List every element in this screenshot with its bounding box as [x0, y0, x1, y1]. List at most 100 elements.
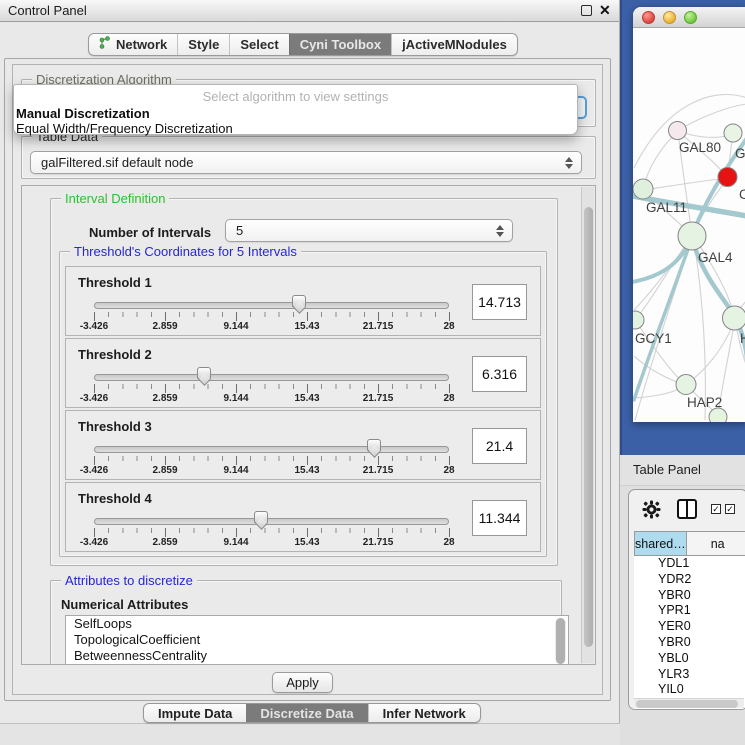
table-cell[interactable]: YDL1: [634, 556, 745, 572]
table-row[interactable]: YDL19…YDL1: [634, 556, 745, 572]
tab-style[interactable]: Style: [177, 34, 229, 55]
network-node[interactable]: [718, 168, 737, 187]
network-node[interactable]: [676, 375, 696, 395]
table-row[interactable]: YPR145WYPR1: [634, 603, 745, 619]
table-row[interactable]: YBR043CYBR0: [634, 588, 745, 604]
network-node[interactable]: [669, 122, 687, 140]
table-row[interactable]: YLR345WYLR3: [634, 667, 745, 683]
table-cell[interactable]: YBL0: [634, 651, 745, 667]
slider-thumb[interactable]: [292, 295, 306, 307]
attributes-group-title: Attributes to discretize: [61, 573, 197, 588]
tick-label: -3.426: [80, 321, 108, 332]
threshold-value-field[interactable]: 11.344: [472, 500, 527, 536]
tab-network[interactable]: Network: [89, 34, 177, 55]
table-rows: YDL19…YDL1YDR27…YDR2YBR043CYBR0YPR145WYP…: [634, 556, 745, 698]
tick-label: 9.144: [223, 537, 248, 548]
float-window-icon[interactable]: [581, 5, 592, 16]
combo-spinner-icon: [494, 224, 504, 238]
tick-label: 2.859: [152, 537, 177, 548]
table-data-groupbox: Table Data galFiltered.sif default node: [21, 136, 596, 179]
attribute-item[interactable]: BetweennessCentrality: [66, 648, 568, 664]
number-of-intervals-combo[interactable]: 5: [225, 219, 513, 242]
thresholds-group-title: Threshold's Coordinates for 5 Intervals: [70, 244, 301, 259]
threshold-value-field[interactable]: 21.4: [472, 428, 527, 464]
attributes-list-scrollbar[interactable]: [555, 618, 566, 664]
close-icon[interactable]: ✕: [599, 2, 611, 19]
gear-icon[interactable]: [642, 500, 661, 524]
threshold-value-field[interactable]: 14.713: [472, 284, 527, 320]
tab-discretize-data[interactable]: Discretize Data: [246, 704, 367, 722]
tick-label: 2.859: [152, 393, 177, 404]
table-horizontal-scrollbar[interactable]: [634, 698, 744, 708]
tab-cyni-toolbox[interactable]: Cyni Toolbox: [289, 34, 391, 55]
slider-thumb[interactable]: [367, 439, 381, 451]
network-node[interactable]: [678, 222, 706, 250]
popup-option-equal-width-frequency[interactable]: Equal Width/Frequency Discretization: [14, 121, 577, 136]
table-cell[interactable]: YER0: [634, 619, 745, 635]
algorithm-dropdown-popup: Select algorithm to view settings Manual…: [13, 84, 578, 135]
tick-labels: -3.4262.8599.14415.4321.71528: [66, 483, 540, 551]
table-cell[interactable]: YDR2: [634, 572, 745, 588]
threshold-value-field[interactable]: 6.316: [472, 356, 527, 392]
column-header-name[interactable]: na: [687, 531, 745, 556]
node-label: C: [739, 187, 745, 202]
minimize-traffic-light-icon[interactable]: [663, 11, 676, 24]
table-cell[interactable]: YIL0: [634, 682, 745, 698]
table-cell[interactable]: YBR0: [634, 588, 745, 604]
column-header-shared-name[interactable]: shared…: [634, 531, 687, 556]
scrollbar-thumb[interactable]: [556, 618, 565, 664]
network-node[interactable]: [724, 124, 742, 142]
tick-label: 28: [443, 393, 454, 404]
tick-label: 21.715: [363, 465, 394, 476]
attribute-item[interactable]: TopologicalCoefficient: [66, 632, 568, 648]
table-row[interactable]: YER054CYER0: [634, 619, 745, 635]
table-row[interactable]: YDR27…YDR2: [634, 572, 745, 588]
checkbox-icon[interactable]: ✓: [711, 504, 721, 514]
tab-jactivemnodules[interactable]: jActiveMNodules: [391, 34, 517, 55]
popup-option-manual-discretization[interactable]: Manual Discretization: [14, 106, 577, 121]
network-canvas[interactable]: GAL80GCGAL11GAL4GCY1HHAP2: [633, 28, 745, 422]
tick-label: 2.859: [152, 465, 177, 476]
columns-icon[interactable]: [677, 499, 697, 519]
tab-infer-network[interactable]: Infer Network: [368, 704, 480, 722]
settings-vertical-scrollbar[interactable]: [581, 187, 594, 663]
node-label: GAL4: [698, 250, 733, 265]
threshold-row: Threshold 2 -3.4262.8599.14415.4321.7152…: [65, 338, 541, 408]
scrollbar-thumb[interactable]: [584, 207, 593, 647]
tick-label: 15.43: [294, 537, 319, 548]
slider-thumb[interactable]: [197, 367, 211, 379]
tick-label: 15.43: [294, 393, 319, 404]
tick-label: 15.43: [294, 465, 319, 476]
attribute-item[interactable]: SelfLoops: [66, 616, 568, 632]
table-row[interactable]: YIL052CYIL0: [634, 682, 745, 698]
apply-button[interactable]: Apply: [272, 672, 333, 693]
tab-impute-data[interactable]: Impute Data: [144, 704, 246, 722]
table-cell[interactable]: YPR1: [634, 603, 745, 619]
tick-label: 15.43: [294, 321, 319, 332]
tick-labels: -3.4262.8599.14415.4321.71528: [66, 339, 540, 407]
close-traffic-light-icon[interactable]: [642, 11, 655, 24]
network-node[interactable]: [633, 179, 653, 199]
node-label: HAP2: [687, 395, 722, 410]
table-cell[interactable]: YLR3: [634, 667, 745, 683]
bottom-tab-bar: Impute Data Discretize Data Infer Networ…: [143, 703, 481, 723]
table-cell[interactable]: YBR0: [634, 635, 745, 651]
slider-thumb[interactable]: [254, 511, 268, 523]
table-row[interactable]: YBR045CYBR0: [634, 635, 745, 651]
scrollbar-thumb[interactable]: [636, 700, 738, 708]
network-node[interactable]: [633, 311, 644, 329]
numerical-attributes-list[interactable]: SelfLoopsTopologicalCoefficientBetweenne…: [65, 615, 569, 665]
table-row[interactable]: YBL079WYBL0: [634, 651, 745, 667]
tick-label: 28: [443, 321, 454, 332]
table-data-combo[interactable]: galFiltered.sif default node: [30, 151, 582, 174]
network-node[interactable]: [709, 408, 727, 422]
table-toolbar: ✓ ✓: [629, 490, 745, 530]
network-node[interactable]: [723, 306, 745, 330]
attr-items-host: SelfLoopsTopologicalCoefficientBetweenne…: [66, 616, 568, 664]
checkbox-icon[interactable]: ✓: [725, 504, 735, 514]
zoom-traffic-light-icon[interactable]: [684, 11, 697, 24]
network-graph: GAL80GCGAL11GAL4GCY1HHAP2: [633, 28, 745, 422]
tab-select[interactable]: Select: [229, 34, 288, 55]
node-label: GAL80: [679, 140, 721, 155]
settings-scrollpane: Interval Definition Number of Intervals …: [21, 185, 596, 665]
